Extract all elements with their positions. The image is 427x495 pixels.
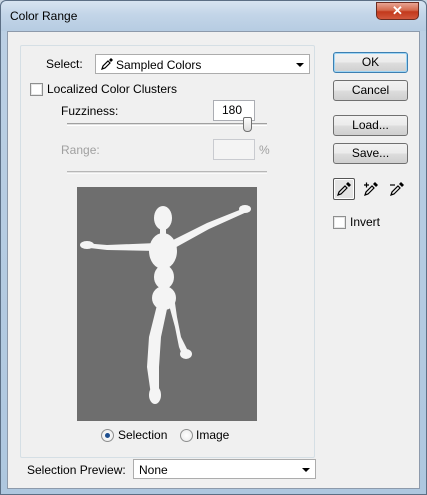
eyedropper-tool[interactable] bbox=[333, 178, 355, 200]
eyedropper-plus-tool[interactable] bbox=[360, 178, 382, 200]
dialog-client-area: Select: Sampled Colors Localized Color C… bbox=[7, 31, 420, 489]
ok-button[interactable]: OK bbox=[333, 52, 408, 73]
fuzziness-slider-thumb[interactable] bbox=[242, 117, 252, 132]
figure-silhouette bbox=[80, 205, 251, 404]
fuzziness-slider-track[interactable] bbox=[67, 123, 267, 126]
localized-clusters-label: Localized Color Clusters bbox=[47, 82, 178, 96]
fuzziness-value: 180 bbox=[222, 103, 243, 117]
close-icon: ✕ bbox=[392, 3, 403, 18]
eyedropper-icon bbox=[101, 58, 113, 70]
selection-radio[interactable] bbox=[101, 429, 114, 442]
eyedropper-plus-icon bbox=[364, 182, 378, 196]
chevron-down-icon bbox=[302, 468, 310, 472]
selection-preview-image[interactable] bbox=[77, 187, 257, 421]
selection-preview-label: Selection Preview: bbox=[27, 463, 126, 477]
range-label: Range: bbox=[61, 143, 100, 157]
selection-preview-value: None bbox=[139, 463, 168, 477]
load-button[interactable]: Load... bbox=[333, 115, 408, 136]
range-input[interactable] bbox=[213, 139, 255, 160]
selection-preview-dropdown[interactable]: None bbox=[133, 459, 316, 479]
eyedropper-minus-tool[interactable] bbox=[386, 178, 408, 200]
radio-selected-dot bbox=[105, 433, 110, 438]
eyedropper-minus-icon bbox=[390, 182, 404, 196]
select-value: Sampled Colors bbox=[116, 58, 202, 72]
select-dropdown[interactable]: Sampled Colors bbox=[95, 54, 310, 74]
dialog-window: Color Range ✕ Select: Sampled Colors Loc… bbox=[0, 0, 427, 495]
invert-checkbox[interactable] bbox=[333, 216, 346, 229]
title-bar[interactable]: Color Range ✕ bbox=[1, 1, 426, 31]
chevron-down-icon bbox=[296, 63, 304, 67]
localized-clusters-checkbox[interactable] bbox=[30, 83, 43, 96]
invert-label: Invert bbox=[350, 215, 381, 229]
fuzziness-label: Fuzziness: bbox=[61, 104, 119, 118]
range-unit: % bbox=[259, 143, 270, 157]
eyedropper-icon bbox=[337, 182, 351, 196]
image-radio-label: Image bbox=[196, 428, 230, 442]
selection-radio-label: Selection bbox=[118, 428, 168, 442]
image-radio[interactable] bbox=[180, 429, 193, 442]
cancel-button[interactable]: Cancel bbox=[333, 80, 408, 101]
close-button[interactable]: ✕ bbox=[376, 2, 419, 20]
range-slider-track[interactable] bbox=[67, 171, 267, 174]
window-title: Color Range bbox=[10, 9, 78, 23]
select-label: Select: bbox=[46, 57, 83, 71]
save-button[interactable]: Save... bbox=[333, 143, 408, 164]
